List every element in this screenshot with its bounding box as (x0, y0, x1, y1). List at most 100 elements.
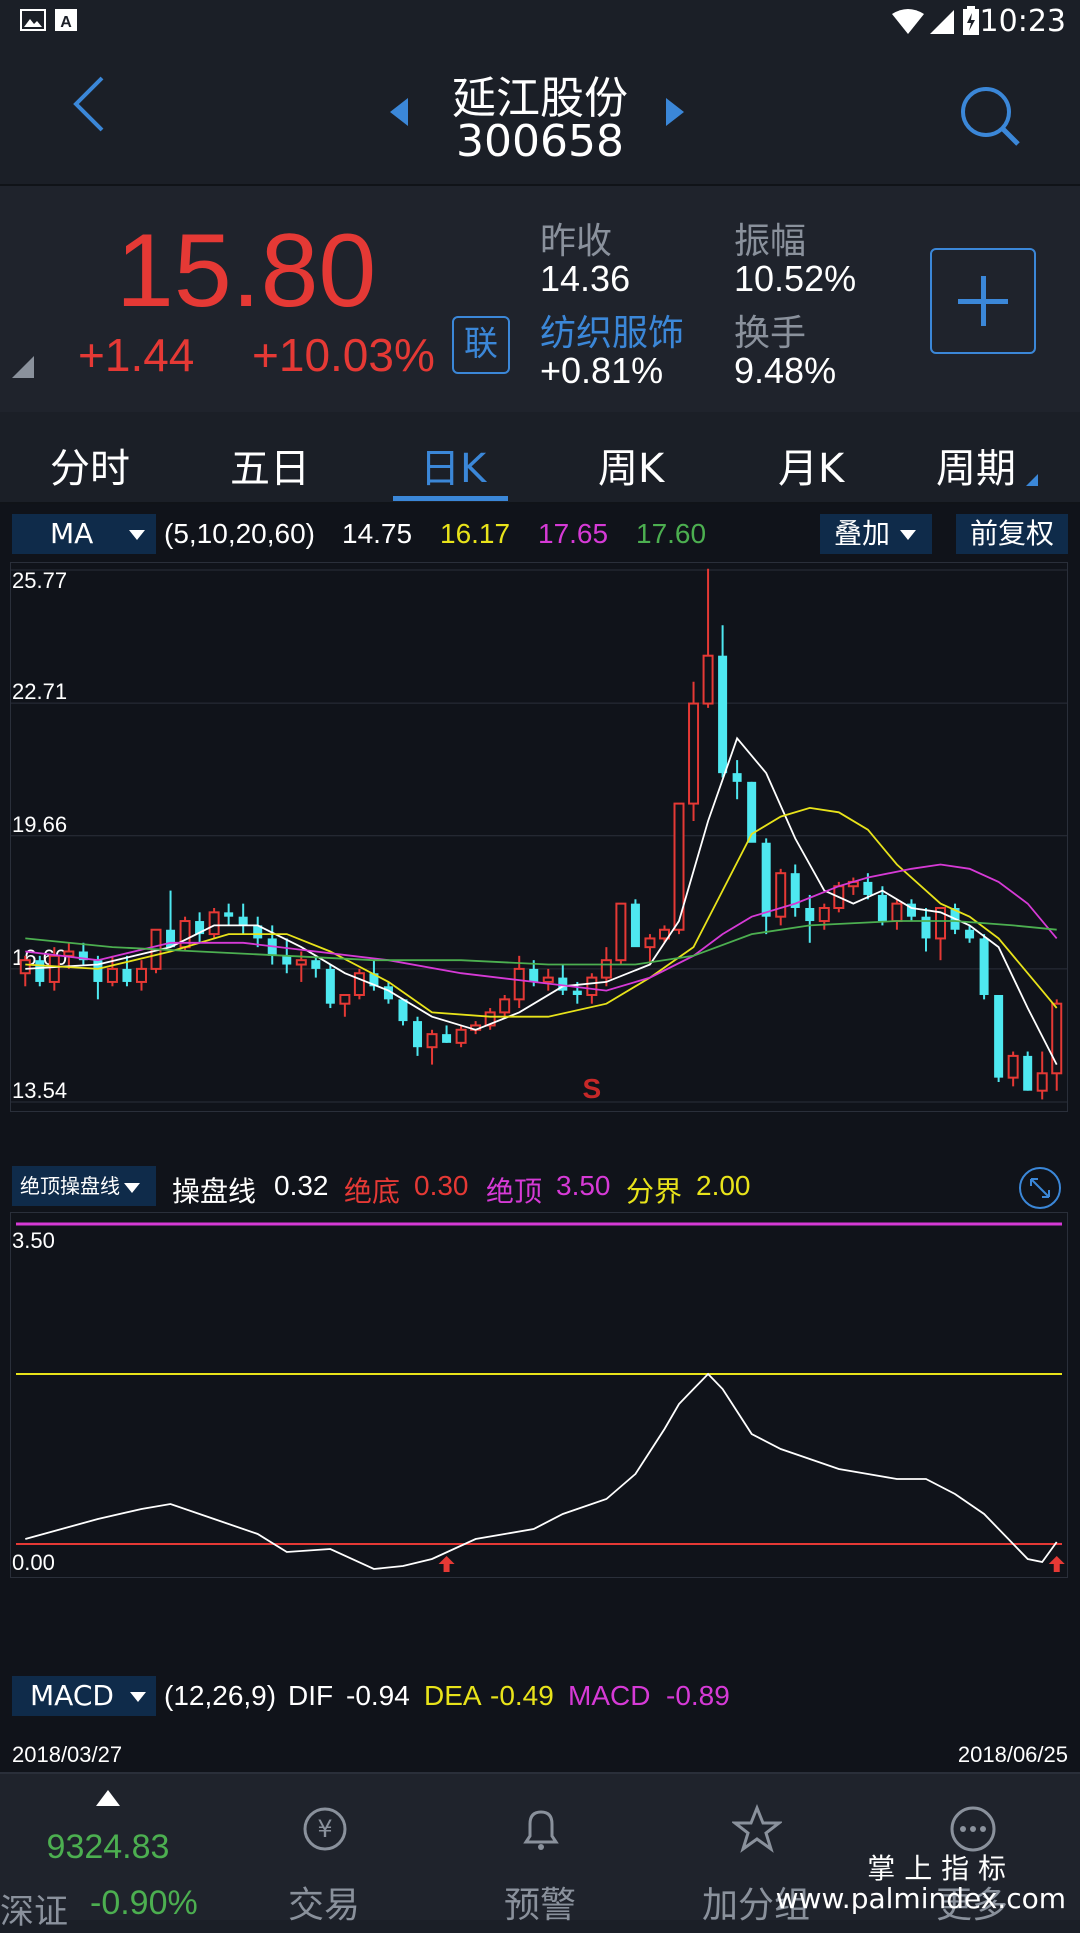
candle-body (805, 907, 815, 922)
tab-monthly-k[interactable]: 月K (778, 436, 844, 494)
candle-body (1007, 1054, 1019, 1079)
svg-text:¥: ¥ (317, 1815, 332, 1843)
header: 延江股份 300658 (0, 44, 1080, 186)
gallery-icon (20, 8, 46, 38)
tab-period[interactable]: 周期 (936, 436, 1016, 494)
amplitude-value: 10.52% (734, 258, 857, 299)
candle-body (891, 902, 903, 923)
indicator-chart[interactable]: 3.50 0.00 (10, 1212, 1068, 1578)
active-tab-underline (393, 496, 508, 501)
bound-label: 分界 (626, 1176, 683, 1207)
more-icon (948, 1804, 998, 1858)
ma10-value: 16.17 (440, 518, 511, 549)
candle-body (224, 912, 234, 917)
candle-body (818, 906, 830, 923)
sell-signal: S (583, 1073, 602, 1104)
candle-body (630, 903, 640, 948)
svg-text:A: A (60, 14, 72, 31)
macd-value: -0.89 (666, 1680, 730, 1711)
chevron-down-icon (124, 1182, 140, 1193)
candle-body (979, 938, 989, 995)
price-change: +1.44 (78, 329, 195, 381)
sector-percent: +0.81% (540, 350, 664, 391)
kline-chart[interactable]: 25.7722.7119.6616.6013.54 S (10, 562, 1068, 1112)
macd-select[interactable]: MACD (12, 1676, 156, 1716)
period-dropdown-icon (1026, 474, 1038, 486)
kline-frame (10, 562, 1068, 1112)
bottom-value: 0.30 (414, 1170, 469, 1201)
related-button[interactable]: 联 (452, 316, 510, 374)
caret-up-icon (96, 1790, 120, 1806)
watermark-top: 掌 上 指 标 (867, 1852, 1006, 1885)
next-stock-arrow-icon[interactable] (666, 98, 684, 126)
candle-body (732, 773, 742, 782)
macd-select-label: MACD (30, 1679, 114, 1712)
candle-body (426, 1033, 438, 1049)
candle-body (1036, 1072, 1048, 1092)
add-watchlist-button[interactable] (930, 248, 1036, 354)
top-value: 3.50 (556, 1170, 611, 1201)
battery-icon (962, 6, 980, 40)
macd-params: (12,26,9) (164, 1680, 277, 1711)
candle-body (877, 894, 887, 922)
indicator-frame (10, 1212, 1068, 1578)
dif-label: DIF (288, 1680, 334, 1711)
nav-alert[interactable]: 预警 (432, 1774, 648, 1926)
y-tick-label: 13.54 (12, 1078, 67, 1103)
overlay-select[interactable]: 叠加 (820, 514, 932, 554)
nav-index[interactable]: 9324.83 深证 -0.90% (0, 1774, 216, 1932)
trade-line (25, 1372, 1058, 1570)
candle-body (775, 872, 787, 918)
candle-body (106, 967, 118, 983)
candle-body (994, 994, 1004, 1078)
start-date: 2018/03/27 (12, 1742, 123, 1767)
candle-body (48, 954, 60, 983)
candle-body (529, 968, 539, 982)
candle-body (63, 950, 75, 957)
buy-arrow-icon (1048, 1556, 1065, 1572)
bound-value: 2.00 (696, 1170, 751, 1201)
fullscreen-icon[interactable] (1018, 1166, 1062, 1214)
candle-body (135, 967, 147, 983)
candle-body (398, 999, 408, 1022)
amplitude-label: 振幅 (734, 221, 807, 262)
adjust-button[interactable]: 前复权 (956, 514, 1068, 554)
expand-corner-icon[interactable] (12, 356, 34, 378)
ma-indicator-select[interactable]: MA (12, 514, 156, 554)
chevron-down-icon (900, 530, 917, 540)
sector-link[interactable]: 纺织服饰 (540, 304, 684, 356)
search-icon[interactable] (958, 84, 1024, 154)
wifi-icon (890, 8, 926, 40)
indicator-select[interactable]: 绝顶操盘线 (12, 1166, 156, 1206)
candle-body (542, 976, 554, 983)
ma60-value: 17.60 (636, 518, 707, 549)
prev-close-value: 14.36 (540, 258, 631, 299)
macd-label: MACD (568, 1680, 651, 1711)
candle-body (325, 968, 335, 1004)
candle-body (965, 929, 975, 939)
period-tabs: 分时 五日 日K 周K 月K 周期 (0, 414, 1080, 504)
ma20-value: 17.65 (538, 518, 609, 549)
bell-icon (516, 1804, 566, 1858)
tab-weekly-k[interactable]: 周K (598, 436, 664, 494)
candle-body (615, 902, 627, 962)
price-change-percent: +10.03% (252, 329, 435, 381)
nav-trade[interactable]: ¥ 交易 (216, 1774, 432, 1926)
candle-body (35, 960, 45, 982)
line-label: 操盘线 (172, 1176, 257, 1207)
tab-five-day[interactable]: 五日 (230, 436, 310, 494)
tab-daily-k[interactable]: 日K (420, 436, 486, 494)
dea-label: DEA (424, 1680, 482, 1711)
quote-panel: 15.80 +1.44 +10.03% 联 昨收 14.36 纺织服饰 +0.8… (0, 186, 1080, 412)
ma5-value: 14.75 (342, 518, 413, 549)
candle-body (19, 959, 31, 975)
chevron-down-icon (129, 1692, 146, 1702)
status-clock: 10:23 (979, 4, 1066, 39)
candle-body (761, 842, 771, 917)
y-tick-label: 19.66 (12, 812, 67, 837)
end-date: 2018/06/25 (957, 1742, 1068, 1767)
status-bar: A 10:23 (0, 0, 1080, 44)
chevron-down-icon (129, 530, 146, 540)
stock-code: 300658 (456, 116, 624, 167)
tab-intraday[interactable]: 分时 (50, 436, 130, 494)
